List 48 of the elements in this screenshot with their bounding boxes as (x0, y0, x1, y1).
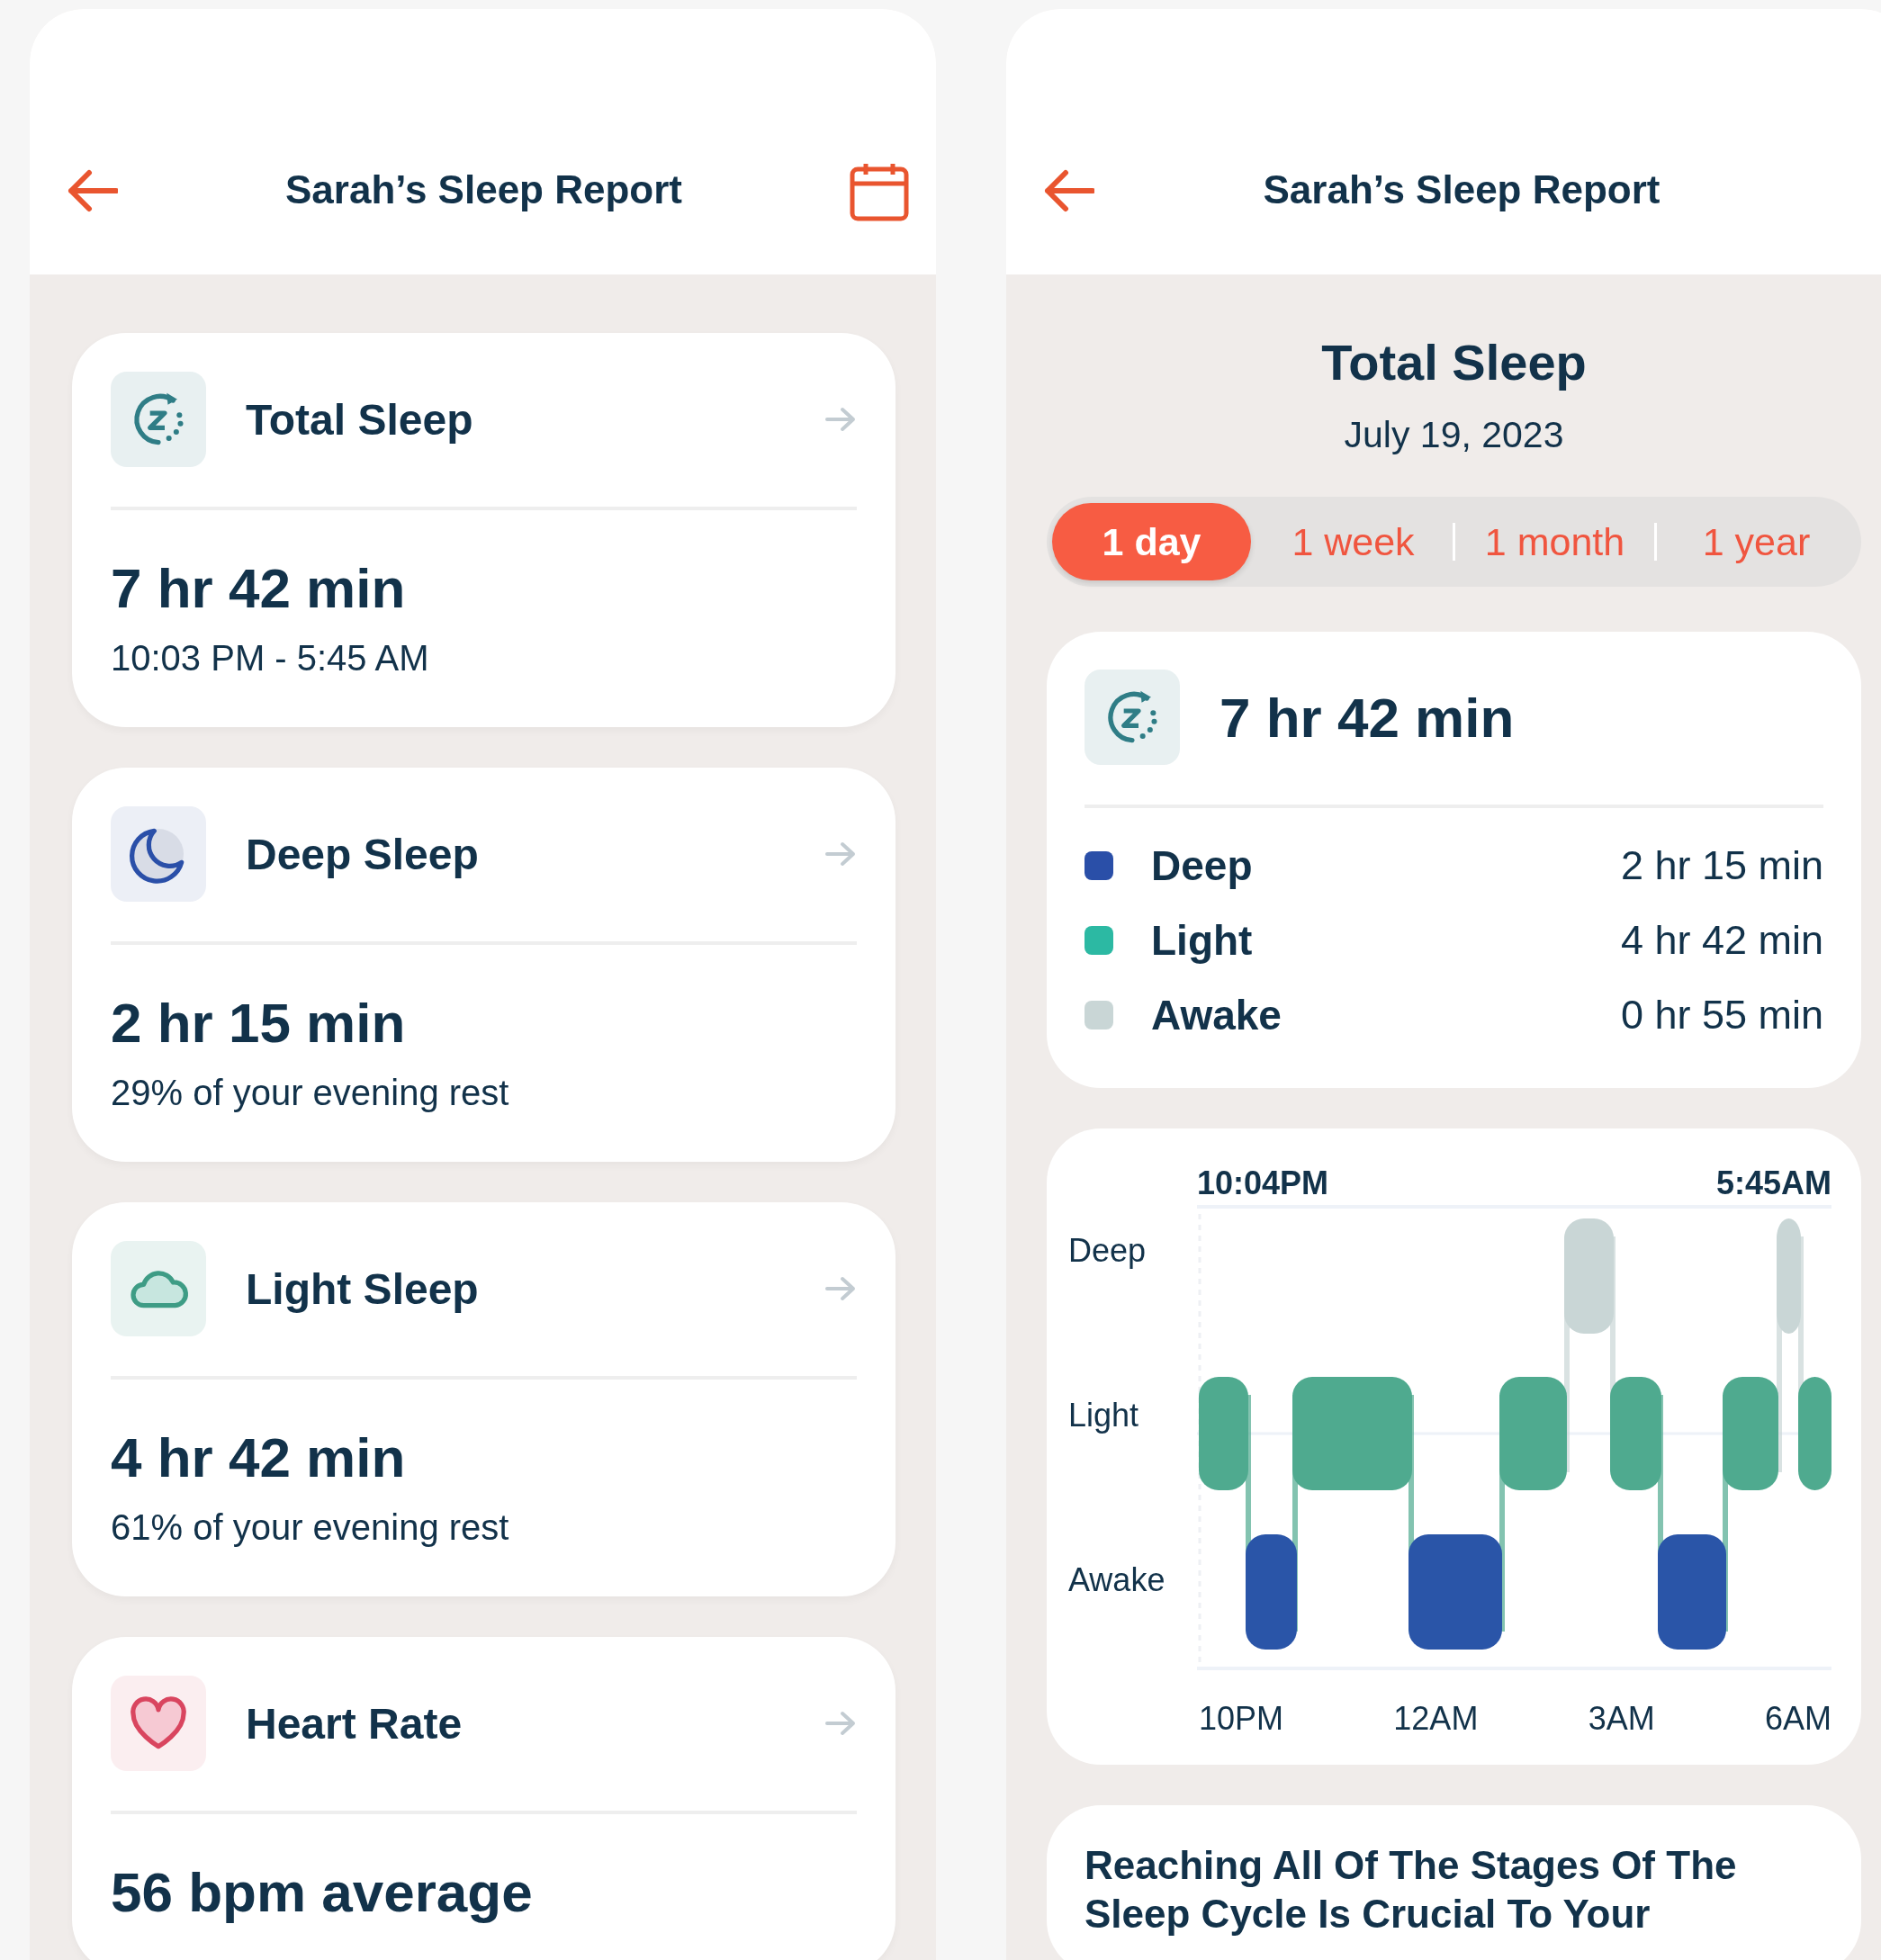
axis-label: Awake (1068, 1561, 1166, 1600)
metric-card[interactable]: Deep Sleep 2 hr 15 min 29% of your evening rest (72, 768, 896, 1162)
stage-duration: 4 hr 42 min (1620, 916, 1823, 964)
sleep-cycle-icon (111, 372, 206, 467)
arrow-right-icon[interactable] (824, 406, 857, 433)
card-title: Light Sleep (246, 1263, 480, 1314)
calendar-icon[interactable] (850, 162, 909, 221)
metric-card[interactable]: Heart Rate 56 bpm average (72, 1637, 896, 1960)
screen-title: Sarah’s Sleep Report (1262, 167, 1661, 212)
end-time: 5:45AM (1715, 1164, 1832, 1203)
axis-label: Deep (1068, 1232, 1148, 1271)
arrow-right-icon[interactable] (824, 841, 857, 868)
metric-value: 4 hr 42 min (111, 1425, 407, 1490)
axis-label: 12AM (1393, 1700, 1479, 1738)
stage-name: Light (1151, 915, 1254, 965)
axis-label: 6AM (1764, 1700, 1832, 1738)
arrow-right-icon[interactable] (824, 1275, 857, 1302)
metric-value: 56 bpm average (111, 1860, 534, 1925)
card-title: Total Sleep (246, 394, 474, 445)
back-arrow-icon[interactable] (1044, 169, 1094, 212)
date-label: July 19, 2023 (1343, 414, 1565, 456)
card-title: Deep Sleep (246, 829, 480, 879)
screen-title: Sarah’s Sleep Report (284, 167, 683, 212)
back-arrow-icon[interactable] (68, 169, 118, 212)
metric-detail: 29% of your evening rest (111, 1072, 510, 1114)
start-time: 10:04PM (1197, 1164, 1329, 1203)
sleep-cycle-icon (1084, 670, 1180, 765)
stage-duration: 2 hr 15 min (1620, 841, 1823, 889)
metric-card[interactable]: Total Sleep 7 hr 42 min 10:03 PM - 5:45 AM (72, 333, 896, 727)
article-card[interactable]: Reaching All Of The Stages Of The Sleep Cycle Is Crucial To Your (1047, 1805, 1861, 1960)
metric-value: 2 hr 15 min (111, 991, 407, 1056)
axis-label: Light (1068, 1397, 1140, 1435)
article-title: Reaching All Of The Stages Of The Sleep Cycle Is Crucial To Your (1084, 1842, 1738, 1938)
moon-icon (111, 806, 206, 902)
total-duration: 7 hr 42 min (1220, 685, 1515, 750)
stage-name: Deep (1151, 841, 1254, 890)
card-title: Heart Rate (246, 1698, 464, 1749)
arrow-right-icon[interactable] (824, 1710, 857, 1737)
metric-detail: 61% of your evening rest (111, 1506, 510, 1549)
axis-label: 10PM (1199, 1700, 1284, 1738)
stage-duration: 0 hr 55 min (1620, 991, 1823, 1038)
stage-name: Awake (1151, 990, 1282, 1039)
section-heading: Total Sleep (1320, 333, 1588, 391)
metric-value: 7 hr 42 min (111, 556, 407, 621)
metric-card[interactable]: Light Sleep 4 hr 42 min 61% of your evening rest (72, 1202, 896, 1596)
metric-detail: 10:03 PM - 5:45 AM (111, 637, 430, 679)
axis-label: 3AM (1588, 1700, 1655, 1738)
cloud-icon (111, 1241, 206, 1336)
